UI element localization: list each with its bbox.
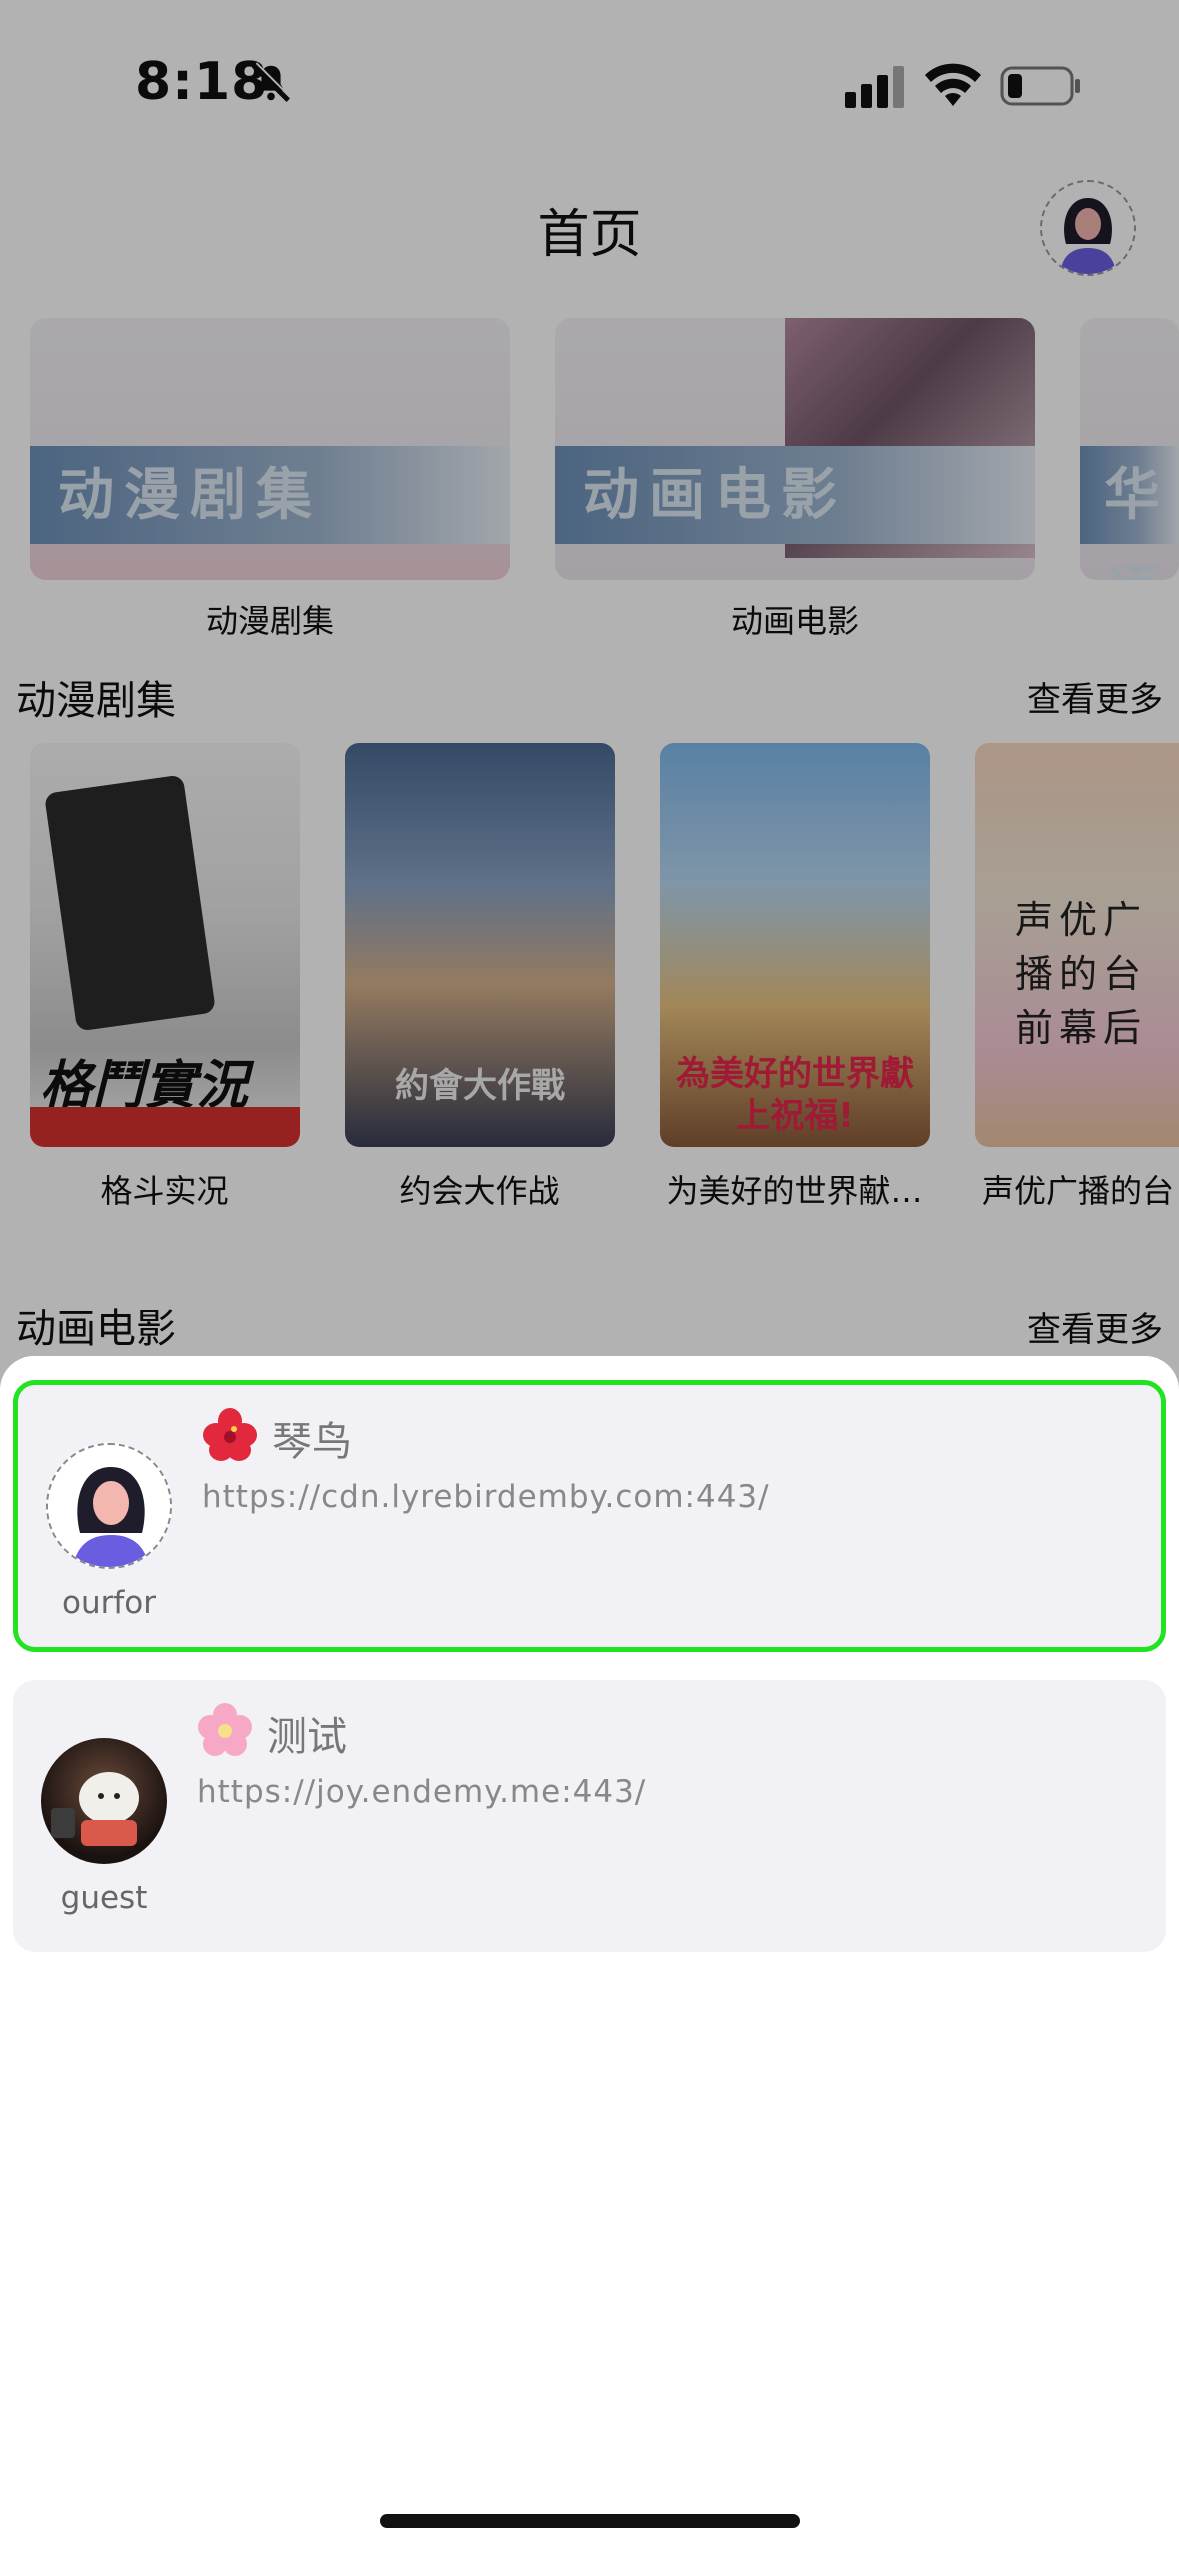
server-user-avatar <box>46 1443 172 1569</box>
server-username: ourfor <box>62 1585 156 1621</box>
server-card-selected[interactable]: ourfor 琴鸟 https://cdn.lyrebirdemby.com:4… <box>13 1380 1166 1652</box>
server-select-sheet: ourfor 琴鸟 https://cdn.lyrebirdemby.com:4… <box>0 1356 1179 2556</box>
dog-avatar-icon <box>51 1772 139 1846</box>
woman-avatar-icon <box>48 1445 170 1567</box>
server-name: 琴鸟 <box>272 1419 352 1465</box>
cherry-blossom-icon <box>198 1703 252 1756</box>
home-indicator[interactable] <box>380 2514 800 2528</box>
server-url: https://joy.endemy.me:443/ <box>197 1774 647 1810</box>
server-card[interactable]: guest 测试 https://joy.endemy.me:443/ <box>13 1680 1166 1952</box>
hibiscus-icon <box>203 1408 257 1461</box>
server-user-avatar <box>41 1738 167 1864</box>
server-username: guest <box>60 1880 148 1916</box>
server-url: https://cdn.lyrebirdemby.com:443/ <box>202 1479 770 1515</box>
server-name: 测试 <box>267 1714 347 1760</box>
